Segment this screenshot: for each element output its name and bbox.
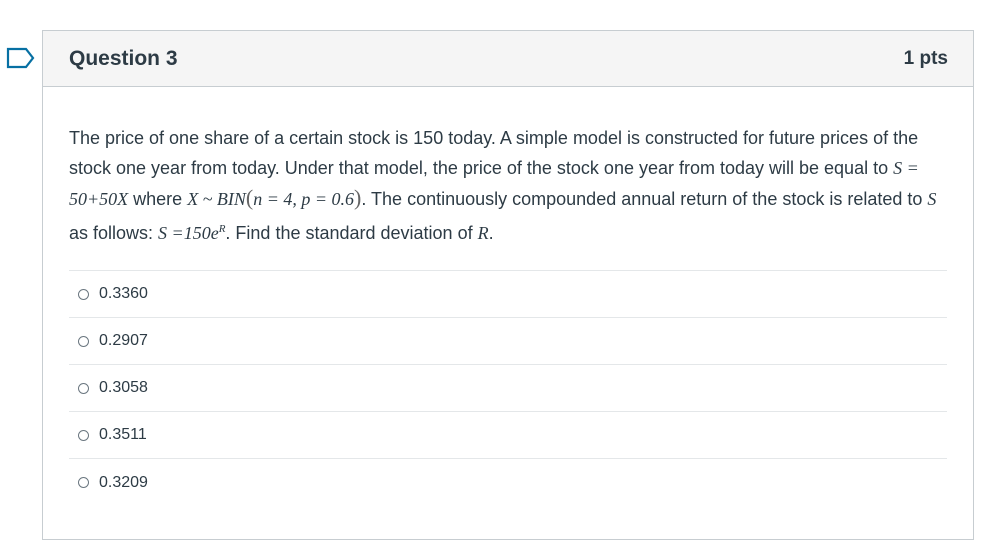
question-text-part: . The continuously compounded annual ret…: [361, 189, 928, 209]
question-title: Question 3: [69, 46, 178, 70]
answer-label[interactable]: 0.3360: [99, 285, 148, 303]
math-expression-head: X ~ BIN: [187, 189, 246, 209]
answer-option[interactable]: 0.3511: [69, 412, 947, 459]
radio-unchecked-icon[interactable]: [78, 335, 89, 347]
question-card: Question 3 1 pts The price of one share …: [42, 30, 974, 540]
answer-option[interactable]: 0.3209: [69, 459, 947, 506]
math-expression: X ~ BIN(n = 4, p = 0.6): [187, 185, 361, 210]
question-header: Question 3 1 pts: [43, 31, 973, 87]
radio-unchecked-icon[interactable]: [78, 477, 89, 488]
math-expression: R: [477, 223, 489, 243]
answer-option[interactable]: 0.3058: [69, 365, 947, 412]
flag-question-icon[interactable]: [6, 47, 36, 69]
radio-unchecked-icon[interactable]: [78, 429, 89, 441]
answer-label[interactable]: 0.3511: [99, 426, 147, 444]
question-text: The price of one share of a certain stoc…: [69, 123, 947, 248]
question-body: The price of one share of a certain stoc…: [43, 87, 973, 506]
answer-option[interactable]: 0.2907: [69, 318, 947, 365]
question-text-part: The price of one share of a certain stoc…: [69, 128, 919, 178]
answer-list: 0.3360 0.2907 0.3058 0.3511 0.3209: [69, 270, 947, 506]
math-expression: S: [927, 189, 937, 209]
math-expression: S =150eR: [158, 223, 225, 243]
question-points: 1 pts: [903, 47, 948, 69]
question-text-part: as follows:: [69, 223, 159, 243]
math-expression-args: n = 4, p = 0.6: [253, 189, 355, 209]
answer-label[interactable]: 0.3209: [99, 474, 148, 492]
math-expression-base: S =150e: [158, 223, 219, 243]
radio-unchecked-icon[interactable]: [78, 288, 89, 300]
answer-label[interactable]: 0.3058: [99, 379, 148, 397]
question-text-part: .: [488, 223, 494, 243]
radio-unchecked-icon[interactable]: [78, 382, 89, 394]
answer-label[interactable]: 0.2907: [99, 332, 148, 350]
question-text-part: where: [128, 189, 188, 209]
question-text-part: . Find the standard deviation of: [225, 223, 478, 243]
answer-option[interactable]: 0.3360: [69, 271, 947, 318]
